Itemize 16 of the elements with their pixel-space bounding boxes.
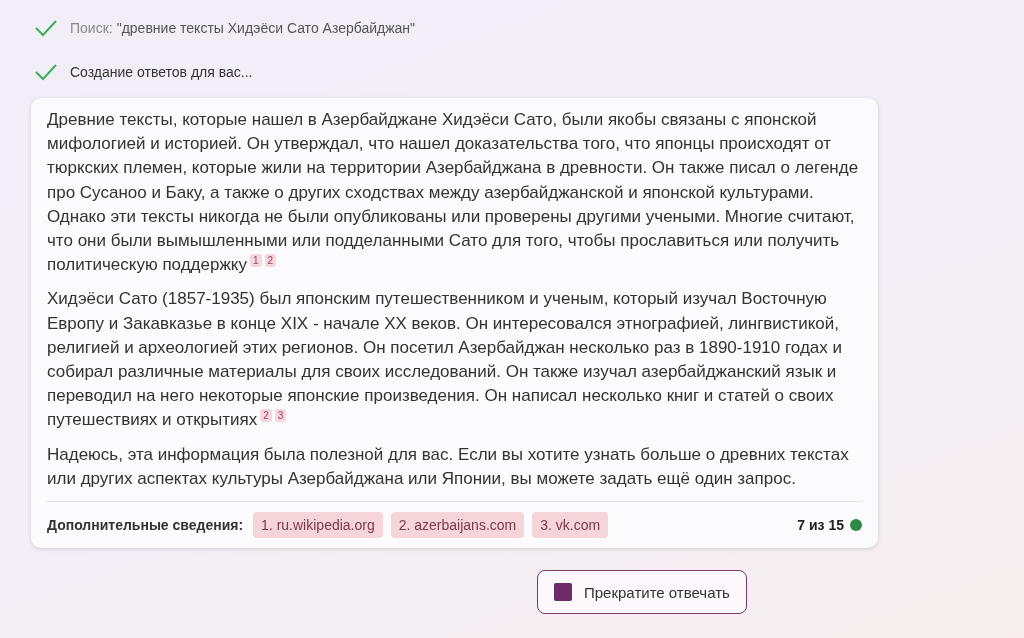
response-count: 7 из 15 (797, 517, 844, 534)
status-text: Создание ответов для вас... (70, 64, 253, 80)
citation-link[interactable]: 1 (249, 254, 262, 268)
citation-link[interactable]: 3 (274, 409, 287, 423)
source-link[interactable]: 1. ru.wikipedia.org (253, 512, 383, 539)
stop-icon (554, 583, 572, 602)
citation-link[interactable]: 2 (260, 409, 272, 423)
answer-paragraph: Надеюсь, эта информация была полезной для вас. Если вы хотите узнать больше о древних текстах или других аспектах культуры Азербайджана или Японии, вы можете задать ещё один запрос. (47, 443, 850, 490)
stop-button[interactable]: Прекратите отвечать (537, 570, 747, 615)
search-query: "древние тексты Хидэёси Сато Азербайджан" (116, 20, 416, 36)
citation-link[interactable]: 2 (264, 254, 277, 268)
source-link[interactable]: 2. azerbaijans.com (390, 512, 525, 539)
sources-label: Дополнительные сведения: (47, 517, 244, 534)
status-dot (850, 519, 862, 532)
search-label: Поиск: (70, 20, 113, 36)
source-link[interactable]: 3. vk.com (532, 512, 609, 539)
